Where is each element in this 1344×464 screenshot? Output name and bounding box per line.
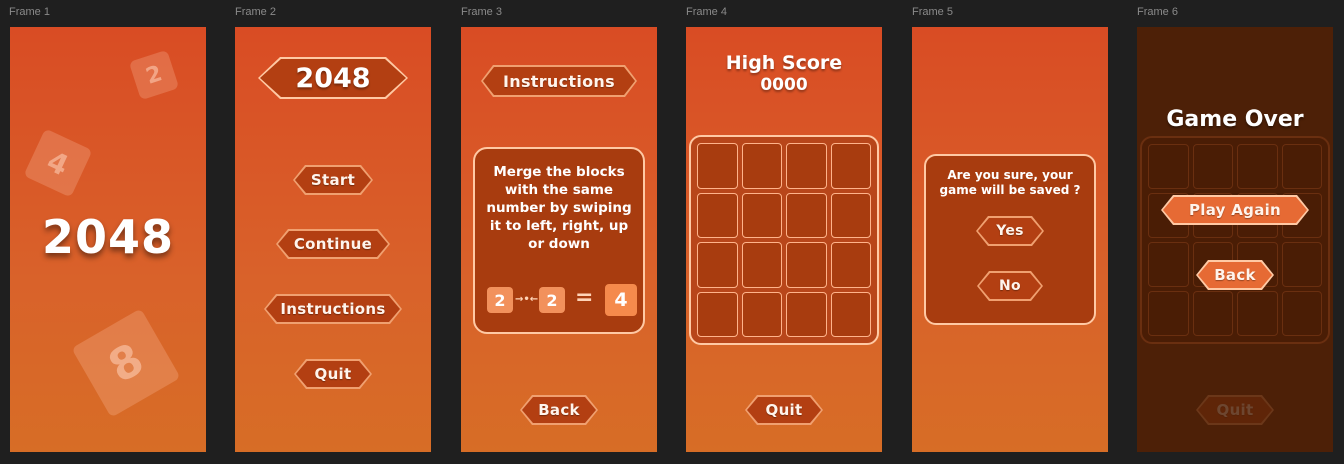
quit-button-disabled: Quit — [1196, 395, 1274, 425]
example-tile-result: 4 — [605, 284, 637, 316]
grid-cell — [786, 143, 827, 189]
frame-label-3: Frame 3 — [461, 6, 502, 18]
back-button[interactable]: Back — [1196, 260, 1274, 290]
frame-label-1: Frame 1 — [9, 6, 50, 18]
game-board[interactable] — [689, 135, 879, 345]
dim-game-board — [1140, 136, 1330, 344]
frame-main-menu: 2048 Start Continue Instructions Quit — [235, 27, 431, 452]
game-over-title: Game Over — [1166, 107, 1304, 132]
frame-highscore: High Score 0000 Quit — [686, 27, 882, 452]
frame-instructions: Instructions Merge the blocks with the s… — [461, 27, 657, 452]
frame-splash: 2 4 2048 8 — [10, 27, 206, 452]
menu-title: 2048 — [260, 59, 406, 97]
grid-cell — [697, 143, 738, 189]
grid-cell — [741, 192, 782, 238]
grid-cell — [1281, 291, 1322, 336]
continue-button[interactable]: Continue — [276, 229, 390, 259]
grid-cell — [1148, 242, 1189, 287]
instructions-title-badge: Instructions — [481, 65, 637, 97]
example-tile-a: 2 — [487, 287, 513, 313]
grid-cell — [1281, 144, 1322, 189]
grid-cell — [1148, 291, 1189, 336]
confirm-dialog: Are you sure, your game will be saved ? … — [924, 154, 1096, 325]
equals-sign: = — [575, 285, 594, 310]
frame-confirm: Are you sure, your game will be saved ? … — [912, 27, 1108, 452]
deco-tile-8: 8 — [71, 308, 181, 418]
grid-cell — [741, 242, 782, 288]
grid-cell — [1192, 291, 1233, 336]
grid-cell — [697, 192, 738, 238]
no-button[interactable]: No — [977, 271, 1043, 301]
grid-cell — [830, 242, 871, 288]
yes-button[interactable]: Yes — [976, 216, 1044, 246]
game-grid — [697, 143, 871, 337]
start-button[interactable]: Start — [293, 165, 373, 195]
grid-cell — [697, 242, 738, 288]
play-again-button[interactable]: Play Again — [1161, 195, 1309, 225]
grid-cell — [830, 291, 871, 337]
grid-cell — [830, 143, 871, 189]
grid-cell — [1281, 242, 1322, 287]
quit-button[interactable]: Quit — [294, 359, 372, 389]
grid-cell — [830, 192, 871, 238]
dim-game-grid — [1148, 144, 1322, 336]
grid-cell — [786, 242, 827, 288]
grid-cell — [697, 291, 738, 337]
highscore-value: 0000 — [760, 75, 808, 95]
frame-label-6: Frame 6 — [1137, 6, 1178, 18]
frame-label-2: Frame 2 — [235, 6, 276, 18]
grid-cell — [1148, 144, 1189, 189]
menu-title-badge: 2048 — [258, 57, 408, 99]
grid-cell — [786, 291, 827, 337]
frame-label-4: Frame 4 — [686, 6, 727, 18]
splash-title: 2048 — [41, 210, 175, 264]
instructions-text: Merge the blocks with the same number by… — [486, 164, 632, 252]
frame-label-5: Frame 5 — [912, 6, 953, 18]
back-button[interactable]: Back — [520, 395, 598, 425]
frame-game-over: Game Over Play Again Back Quit — [1137, 27, 1333, 452]
grid-cell — [741, 291, 782, 337]
highscore-title: High Score — [725, 52, 843, 74]
instructions-card: Merge the blocks with the same number by… — [473, 147, 645, 334]
grid-cell — [1192, 144, 1233, 189]
grid-cell — [741, 143, 782, 189]
deco-tile-4: 4 — [23, 128, 93, 198]
confirm-question: Are you sure, your game will be saved ? — [939, 168, 1081, 197]
grid-cell — [786, 192, 827, 238]
deco-tile-2: 2 — [128, 49, 180, 101]
example-tile-b: 2 — [539, 287, 565, 313]
merge-arrow-icon: →•← — [515, 294, 539, 305]
grid-cell — [1237, 144, 1278, 189]
quit-button[interactable]: Quit — [745, 395, 823, 425]
grid-cell — [1237, 291, 1278, 336]
instructions-button[interactable]: Instructions — [264, 294, 402, 324]
